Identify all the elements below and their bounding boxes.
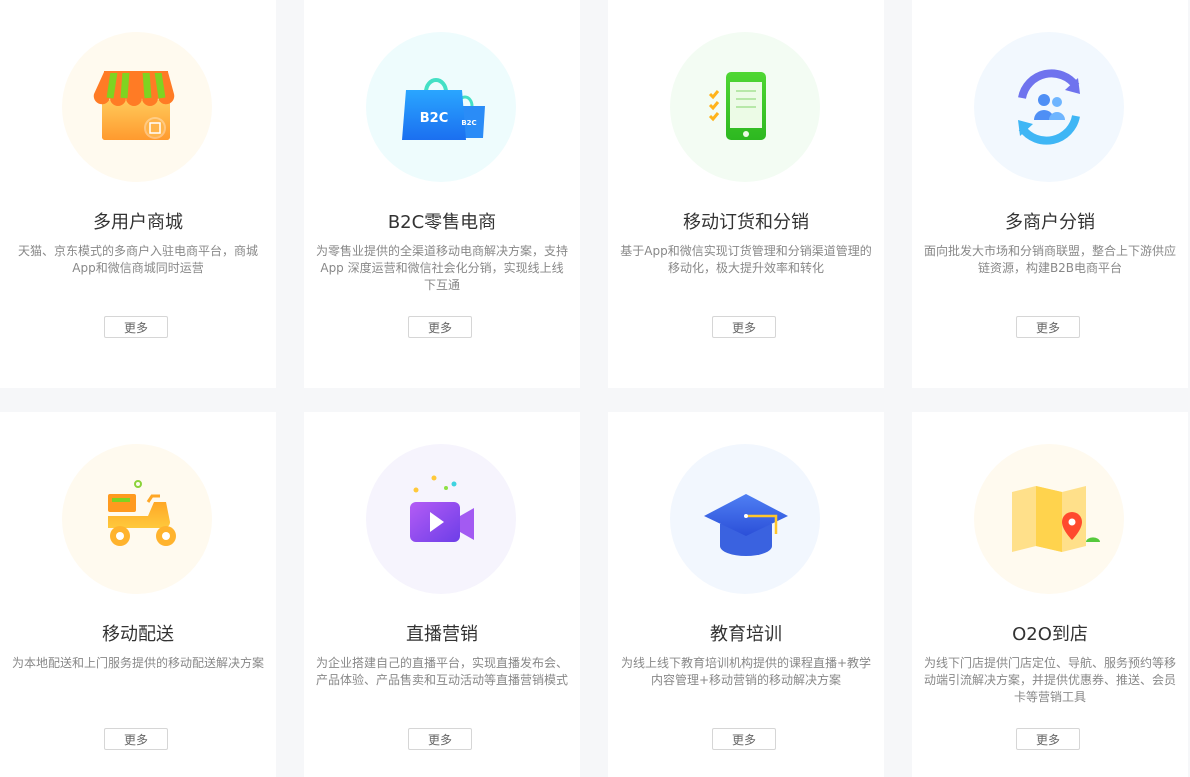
solution-card-mobile-delivery[interactable]: 移动配送 为本地配送和上门服务提供的移动配送解决方案 更多	[0, 412, 276, 777]
icon-circle	[974, 444, 1124, 594]
scooter-icon	[108, 480, 176, 546]
more-button[interactable]: 更多	[104, 728, 168, 750]
icon-circle	[62, 32, 212, 182]
more-button[interactable]: 更多	[1016, 728, 1080, 750]
icon-circle: B2C B2C	[366, 32, 516, 182]
icon-circle	[670, 444, 820, 594]
card-description: 天猫、京东模式的多商户入驻电商平台，商城App和微信商城同时运营	[17, 244, 258, 275]
solution-card-b2c-retail[interactable]: B2C B2C B2C零售电商 为零售业提供的全渠道移动电商解决方案，支持App…	[304, 0, 580, 388]
card-title: O2O到店	[1012, 624, 1088, 645]
solution-card-education[interactable]: 教育培训 为线上线下教育培训机构提供的课程直播+教学内容管理+移动营销的移动解决…	[608, 412, 884, 777]
bag-label-large: B2C	[420, 111, 449, 126]
card-description: 为线下门店提供门店定位、导航、服务预约等移动端引流解决方案，并提供优惠券、推送、…	[924, 656, 1177, 704]
solution-card-multi-merchant[interactable]: 多商户分销 面向批发大市场和分销商联盟，整合上下游供应链资源，构建B2B电商平台…	[912, 0, 1188, 388]
video-camera-icon	[410, 475, 474, 542]
card-description: 面向批发大市场和分销商联盟，整合上下游供应链资源，构建B2B电商平台	[924, 244, 1177, 275]
map-pin-icon	[1012, 486, 1100, 552]
shopping-bag-icon: B2C B2C	[402, 78, 485, 140]
card-description: 为线上线下教育培训机构提供的课程直播+教学内容管理+移动营销的移动解决方案	[620, 656, 872, 687]
more-button[interactable]: 更多	[104, 316, 168, 338]
card-title: 移动订货和分销	[683, 212, 809, 233]
card-title: 移动配送	[102, 624, 174, 645]
card-description: 基于App和微信实现订货管理和分销渠道管理的移动化，极大提升效率和转化	[620, 244, 872, 275]
card-title: 多用户商城	[93, 212, 183, 233]
more-button[interactable]: 更多	[408, 728, 472, 750]
more-button[interactable]: 更多	[712, 316, 776, 338]
card-description: 为企业搭建自己的直播平台，实现直播发布会、产品体验、产品售卖和互动活动等直播营销…	[316, 656, 569, 687]
card-description: 为零售业提供的全渠道移动电商解决方案，支持App 深度运营和微信社会化分销，实现…	[316, 244, 569, 292]
more-button[interactable]: 更多	[712, 728, 776, 750]
mobile-checklist-icon	[708, 72, 766, 140]
more-button[interactable]: 更多	[1016, 316, 1080, 338]
more-button[interactable]: 更多	[408, 316, 472, 338]
users-cycle-icon	[1018, 69, 1080, 145]
bag-label-small: B2C	[461, 119, 476, 127]
card-title: 直播营销	[406, 624, 478, 645]
storefront-icon	[93, 71, 175, 140]
card-title: 教育培训	[710, 624, 782, 645]
icon-circle	[974, 32, 1124, 182]
solution-card-live-marketing[interactable]: 直播营销 为企业搭建自己的直播平台，实现直播发布会、产品体验、产品售卖和互动活动…	[304, 412, 580, 777]
card-title: 多商户分销	[1005, 212, 1095, 233]
icon-circle	[62, 444, 212, 594]
solutions-grid: 多用户商城 天猫、京东模式的多商户入驻电商平台，商城App和微信商城同时运营 更…	[0, 0, 1190, 777]
solution-card-mobile-ordering[interactable]: 移动订货和分销 基于App和微信实现订货管理和分销渠道管理的移动化，极大提升效率…	[608, 0, 884, 388]
icon-circle	[670, 32, 820, 182]
card-description: 为本地配送和上门服务提供的移动配送解决方案	[12, 656, 265, 670]
graduation-cap-icon	[704, 494, 788, 556]
card-title: B2C零售电商	[387, 212, 497, 233]
solution-card-multi-user-mall[interactable]: 多用户商城 天猫、京东模式的多商户入驻电商平台，商城App和微信商城同时运营 更…	[0, 0, 276, 388]
icon-circle	[366, 444, 516, 594]
solution-card-o2o-store[interactable]: O2O到店 为线下门店提供门店定位、导航、服务预约等移动端引流解决方案，并提供优…	[912, 412, 1188, 777]
